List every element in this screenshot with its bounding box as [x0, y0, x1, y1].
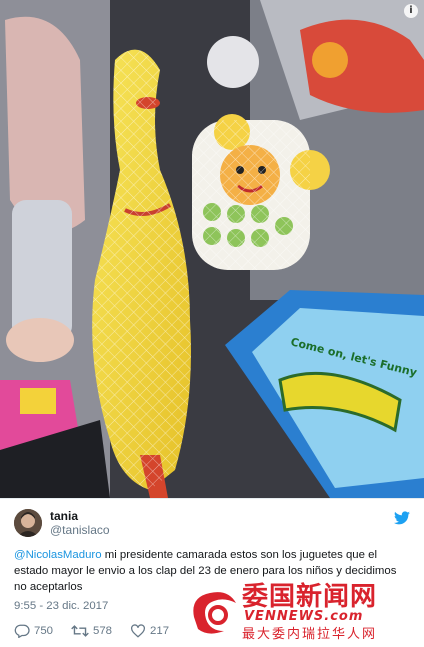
reply-icon: [14, 624, 30, 638]
avatar[interactable]: [14, 509, 42, 537]
tweet-header: tania @tanislaco: [14, 509, 410, 539]
tweet-text: @NicolasMaduro mi presidente camarada es…: [14, 547, 410, 595]
display-name[interactable]: tania: [50, 509, 110, 523]
heart-icon: [131, 624, 146, 638]
retweet-icon: [71, 625, 89, 637]
retweet-count: 578: [93, 625, 113, 637]
user-handle[interactable]: @tanislaco: [50, 523, 110, 537]
tweet-card: tania @tanislaco @NicolasMaduro mi presi…: [0, 498, 424, 647]
twitter-bird-icon[interactable]: [394, 511, 410, 525]
tweet-timestamp[interactable]: 9:55 - 23 dic. 2017: [14, 600, 108, 612]
like-button[interactable]: 217: [130, 624, 169, 638]
toys-photo-image: Come on, let's Funny: [0, 0, 424, 498]
info-icon[interactable]: i: [404, 4, 418, 18]
author-names[interactable]: tania @tanislaco: [50, 509, 110, 537]
reply-button[interactable]: 750: [14, 624, 53, 638]
retweet-button[interactable]: 578: [71, 624, 112, 638]
tweet-actions: 750 578 217: [14, 623, 187, 639]
tweet-photo[interactable]: Come on, let's Funny i: [0, 0, 424, 498]
mention-link[interactable]: @NicolasMaduro: [14, 549, 102, 561]
like-count: 217: [150, 625, 170, 637]
reply-count: 750: [34, 625, 54, 637]
